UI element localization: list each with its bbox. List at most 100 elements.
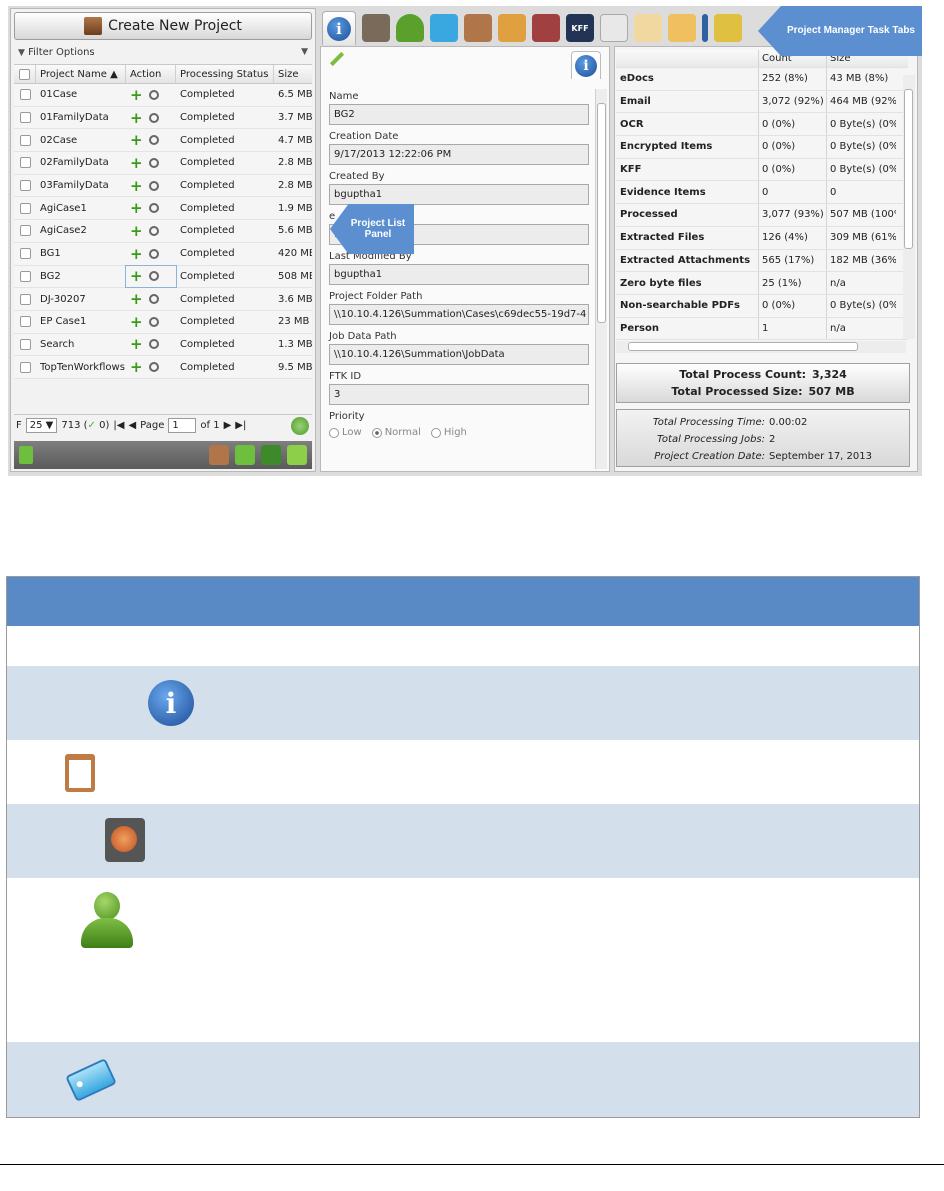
stats-horizontal-scrollbar[interactable]	[616, 341, 906, 353]
wrench-icon[interactable]	[148, 362, 159, 373]
first-page-icon[interactable]: |◀	[113, 420, 124, 431]
table-row[interactable]: DJ-30207 + Completed 3.6 MB	[14, 288, 312, 311]
wrench-icon[interactable]	[148, 135, 159, 146]
field-value[interactable]: \\10.10.4.126\Summation\JobData	[329, 344, 589, 365]
add-evidence-icon[interactable]: +	[130, 155, 143, 170]
table-row[interactable]: EP Case1 + Completed 23 MB	[14, 310, 312, 334]
filter-options-toggle[interactable]: ▼ Filter Options ▼	[14, 44, 312, 60]
wrench-icon[interactable]	[148, 180, 159, 191]
tab-add-evidence[interactable]	[464, 14, 492, 42]
table-row[interactable]: TopTenWorkflows + Completed 9.5 MB	[14, 356, 312, 379]
field-value[interactable]: bguptha1	[329, 184, 589, 205]
wrench-icon[interactable]	[148, 271, 159, 282]
add-evidence-icon[interactable]: +	[130, 223, 143, 238]
priority-radio-normal[interactable]: Normal	[371, 427, 421, 438]
tab-tags[interactable]	[430, 14, 458, 42]
page-input[interactable]: 1	[168, 418, 197, 433]
table-row[interactable]: 01Case + Completed 6.5 MB	[14, 84, 312, 107]
row-checkbox[interactable]	[19, 270, 31, 282]
column-header-action[interactable]: Action	[126, 65, 176, 83]
column-header-project-name[interactable]: Project Name ▲	[36, 65, 126, 83]
add-evidence-icon[interactable]: +	[130, 360, 143, 375]
wrench-icon[interactable]	[148, 225, 159, 236]
table-row[interactable]: 02FamilyData + Completed 2.8 MB	[14, 152, 312, 175]
add-evidence-icon[interactable]: +	[130, 201, 143, 216]
project-properties-icon[interactable]	[209, 445, 229, 465]
row-checkbox[interactable]	[19, 361, 31, 373]
tab-edit[interactable]	[702, 14, 708, 42]
column-header-processing-status[interactable]: Processing Status	[176, 65, 274, 83]
select-all-checkbox[interactable]	[19, 68, 30, 80]
settings-wrench-icon[interactable]	[235, 445, 255, 465]
add-evidence-icon[interactable]: +	[130, 110, 143, 125]
table-row[interactable]: BG1 + Completed 420 MB	[14, 242, 312, 266]
row-checkbox[interactable]	[19, 89, 31, 101]
field-value[interactable]: \\10.10.4.126\Summation\Cases\c69dec55-1…	[329, 304, 589, 325]
stats-vertical-scrollbar[interactable]	[903, 75, 915, 339]
tab-job-list[interactable]	[498, 14, 526, 42]
table-row[interactable]: 02Case + Completed 4.7 MB	[14, 129, 312, 153]
row-checkbox[interactable]	[19, 225, 31, 237]
wrench-icon[interactable]	[148, 316, 159, 327]
wrench-icon[interactable]	[148, 157, 159, 168]
tab-info[interactable]: i	[322, 11, 356, 45]
refresh-icon[interactable]	[291, 416, 309, 435]
tab-cull[interactable]	[532, 14, 560, 42]
column-header-size[interactable]: Size	[274, 65, 312, 83]
last-page-icon[interactable]: ▶|	[235, 420, 246, 431]
pause-icon[interactable]	[287, 445, 307, 465]
row-checkbox[interactable]	[19, 248, 31, 260]
row-checkbox[interactable]	[19, 293, 31, 305]
wrench-icon[interactable]	[148, 203, 159, 214]
info-subtab[interactable]: i	[571, 51, 601, 79]
table-row[interactable]: Search + Completed 1.3 MB	[14, 333, 312, 357]
tab-review[interactable]	[714, 14, 742, 42]
field-value[interactable]: 3	[329, 384, 589, 405]
add-evidence-icon[interactable]: +	[130, 337, 143, 352]
table-row[interactable]: AgiCase2 + Completed 5.6 MB	[14, 220, 312, 243]
field-value[interactable]: bguptha1	[329, 264, 589, 285]
row-checkbox[interactable]	[19, 134, 31, 146]
field-value[interactable]: 9/17/2013 12:22:06 PM	[329, 144, 589, 165]
tab-evidence[interactable]	[362, 14, 390, 42]
project-name: 03FamilyData	[40, 180, 109, 192]
page-size-select[interactable]: 25 ▼	[25, 418, 58, 433]
row-checkbox[interactable]	[19, 157, 31, 169]
add-evidence-icon[interactable]: +	[130, 292, 143, 307]
row-checkbox[interactable]	[19, 316, 31, 328]
row-checkbox[interactable]	[19, 180, 31, 192]
wrench-icon[interactable]	[148, 339, 159, 350]
tab-reports[interactable]	[668, 14, 696, 42]
add-evidence-icon[interactable]: +	[130, 246, 143, 261]
priority-radio-low[interactable]: Low	[329, 427, 362, 438]
table-row[interactable]: BG2 + Completed 508 MB	[14, 264, 312, 289]
wrench-icon[interactable]	[148, 294, 159, 305]
add-evidence-icon[interactable]: +	[130, 87, 143, 102]
edit-pencil-icon[interactable]	[329, 51, 345, 67]
priority-radio-high[interactable]: High	[430, 427, 467, 438]
tab-kff[interactable]: KFF	[566, 14, 594, 42]
details-scrollbar[interactable]	[595, 89, 607, 469]
add-evidence-icon[interactable]: +	[130, 133, 143, 148]
tab-export[interactable]	[600, 14, 628, 42]
wrench-icon[interactable]	[148, 112, 159, 123]
add-evidence-icon[interactable]: +	[130, 178, 143, 193]
row-checkbox[interactable]	[19, 202, 31, 214]
delete-icon[interactable]	[19, 446, 33, 464]
export-icon[interactable]	[261, 445, 281, 465]
row-checkbox[interactable]	[19, 112, 31, 124]
next-page-icon[interactable]: ▶	[224, 420, 232, 431]
wrench-icon[interactable]	[148, 89, 159, 100]
create-new-project-button[interactable]: Create New Project	[14, 12, 312, 40]
table-row[interactable]: AgiCase1 + Completed 1.9 MB	[14, 197, 312, 221]
add-evidence-icon[interactable]: +	[130, 314, 143, 329]
prev-page-icon[interactable]: ◀	[128, 420, 136, 431]
tab-users[interactable]	[396, 14, 424, 42]
add-evidence-icon[interactable]: +	[130, 269, 143, 284]
table-row[interactable]: 03FamilyData + Completed 2.8 MB	[14, 174, 312, 198]
field-value[interactable]: BG2	[329, 104, 589, 125]
row-checkbox[interactable]	[19, 338, 31, 350]
wrench-icon[interactable]	[148, 248, 159, 259]
table-row[interactable]: 01FamilyData + Completed 3.7 MB	[14, 106, 312, 130]
tab-notes[interactable]	[634, 14, 662, 42]
